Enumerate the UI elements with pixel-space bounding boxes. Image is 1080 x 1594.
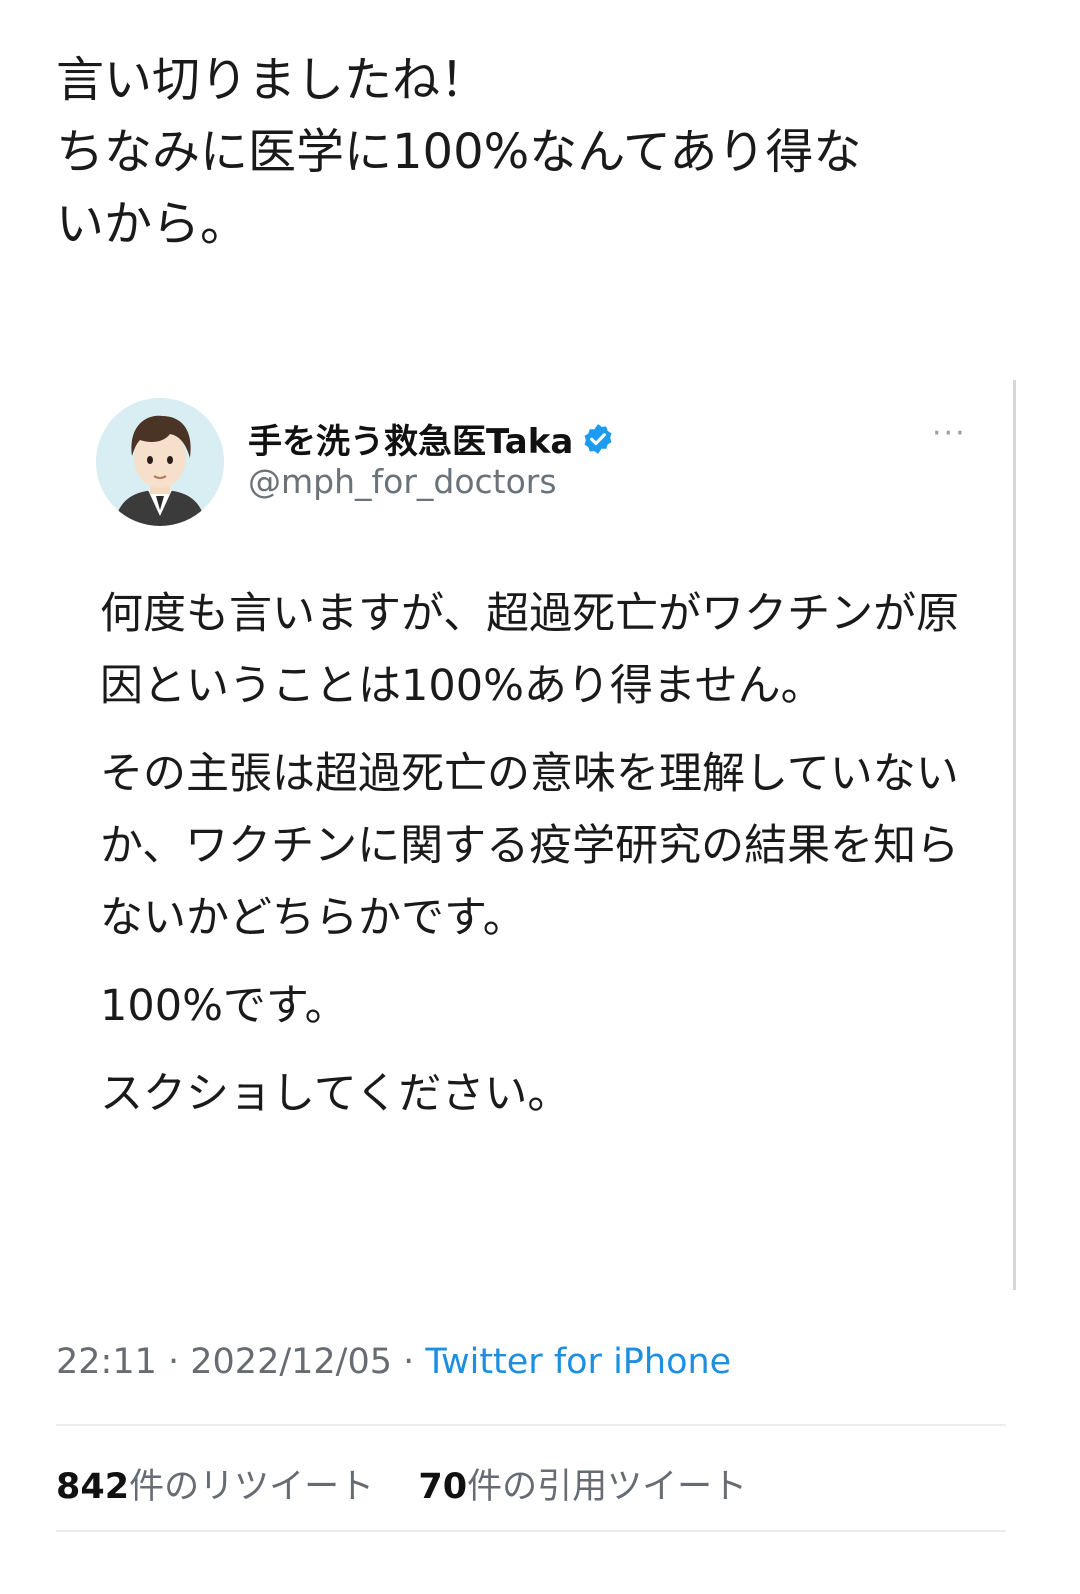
meta-separator: · <box>392 1342 426 1382</box>
retweets-stat[interactable]: 842件のリツイート <box>56 1467 385 1507</box>
quoted-tweet-body: 何度も言いますが、超過死亡がワクチンが原因ということは100%あり得ません。 そ… <box>100 578 960 1146</box>
avatar[interactable] <box>96 398 224 526</box>
tweet-text-line: ちなみに医学に100%なんてあり得な <box>56 124 862 180</box>
tweet-text-line: いから。 <box>56 196 249 252</box>
quoted-tweet-paragraph: スクショしてください。 <box>100 1069 571 1119</box>
tweet-text-line: 言い切りましたね！ <box>56 52 489 108</box>
quoted-tweet-paragraph: 100%です。 <box>100 981 348 1031</box>
tweet-stats: 842件のリツイート 70件の引用ツイート <box>56 1458 747 1509</box>
quotes-count: 70 <box>418 1467 468 1507</box>
verified-badge-icon <box>581 422 615 456</box>
tweet-source-link[interactable]: Twitter for iPhone <box>425 1342 731 1382</box>
avatar-illustration-icon <box>96 398 224 526</box>
tweet-date[interactable]: 2022/12/05 <box>190 1342 392 1382</box>
quoted-tweet-paragraph: 何度も言いますが、超過死亡がワクチンが原因ということは100%あり得ません。 <box>100 589 960 711</box>
divider <box>56 1424 1006 1426</box>
author-name[interactable]: 手を洗う救急医Taka <box>248 414 615 463</box>
quotes-stat[interactable]: 70件の引用ツイート <box>418 1467 747 1507</box>
author-name-text: 手を洗う救急医Taka <box>248 422 574 462</box>
divider <box>56 1530 1006 1532</box>
retweets-label: 件のリツイート <box>129 1467 375 1507</box>
author-handle[interactable]: @mph_for_doctors <box>248 462 557 501</box>
quoted-tweet-paragraph: その主張は超過死亡の意味を理解していないか、ワクチンに関する疫学研究の結果を知ら… <box>100 749 960 943</box>
more-options-icon[interactable]: ··· <box>932 416 967 451</box>
tweet-meta: 22:11 · 2022/12/05 · Twitter for iPhone <box>56 1342 731 1382</box>
tweet-time[interactable]: 22:11 <box>56 1342 157 1382</box>
meta-separator: · <box>156 1342 191 1382</box>
tweet-text: 言い切りましたね！ ちなみに医学に100%なんてあり得な いから。 <box>56 44 1016 260</box>
retweets-count: 842 <box>56 1467 130 1507</box>
quoted-tweet[interactable]: 手を洗う救急医Taka @mph_for_doctors ··· 何度も言います… <box>96 390 1016 1290</box>
quotes-label: 件の引用ツイート <box>467 1467 748 1507</box>
